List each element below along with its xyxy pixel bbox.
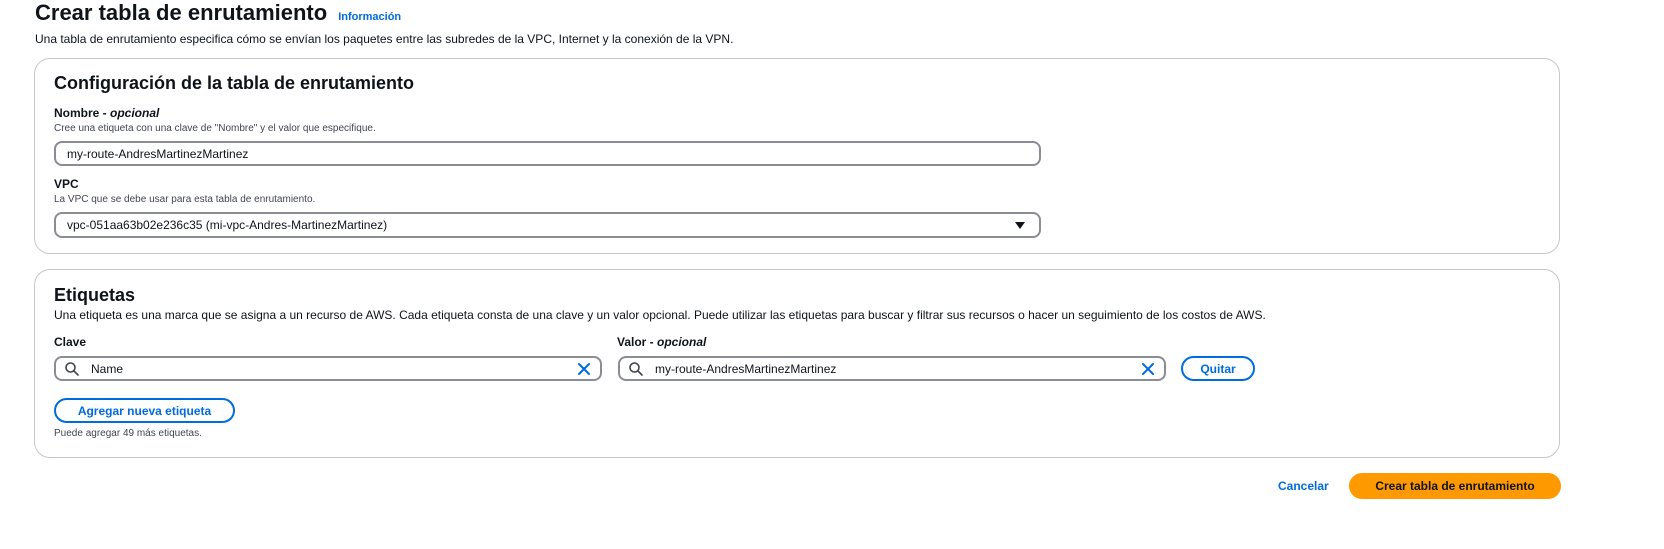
- value-optional-text: opcional: [657, 335, 707, 349]
- name-field-label: Nombre - opcional: [54, 106, 159, 120]
- route-table-config-panel: Configuración de la tabla de enrutamient…: [34, 58, 1560, 254]
- remove-tag-button[interactable]: Quitar: [1181, 356, 1255, 381]
- tags-panel-title: Etiquetas: [54, 285, 136, 305]
- clear-icon[interactable]: [1140, 361, 1156, 377]
- vpc-field-label: VPC: [54, 177, 79, 191]
- tag-value-input[interactable]: my-route-AndresMartinezMartinez: [618, 356, 1166, 381]
- add-tag-button[interactable]: Agregar nueva etiqueta: [54, 398, 235, 423]
- tag-key-value: Name: [91, 361, 124, 376]
- tag-key-label: Clave: [54, 335, 87, 349]
- tags-description: Una etiqueta es una marca que se asigna …: [54, 308, 1266, 322]
- value-label-text: Valor -: [617, 335, 658, 349]
- page-title: Crear tabla de enrutamiento: [35, 0, 328, 25]
- page-header: Crear tabla de enrutamiento Información …: [35, 0, 733, 46]
- title-row: Crear tabla de enrutamiento Información: [35, 0, 733, 26]
- page-description: Una tabla de enrutamiento especifica cóm…: [35, 32, 734, 46]
- config-panel-title: Configuración de la tabla de enrutamient…: [54, 73, 415, 93]
- tag-value-label: Valor - opcional: [617, 335, 706, 349]
- vpc-field-hint: La VPC que se debe usar para esta tabla …: [54, 194, 316, 205]
- clear-icon[interactable]: [576, 361, 592, 377]
- tag-value-value: my-route-AndresMartinezMartinez: [655, 361, 837, 376]
- tag-key-input[interactable]: Name: [54, 356, 602, 381]
- create-route-table-button[interactable]: Crear tabla de enrutamiento: [1349, 473, 1561, 499]
- name-label-text: Nombre -: [54, 106, 111, 120]
- search-icon: [629, 361, 643, 376]
- info-link[interactable]: Información: [338, 11, 401, 23]
- name-field-hint: Cree una etiqueta con una clave de "Nomb…: [54, 123, 376, 134]
- cancel-button[interactable]: Cancelar: [1278, 479, 1329, 493]
- page: Crear tabla de enrutamiento Información …: [0, 0, 1664, 549]
- search-icon: [65, 361, 79, 376]
- caret-down-icon: [1015, 221, 1025, 229]
- name-input[interactable]: [54, 141, 1041, 166]
- vpc-select[interactable]: vpc-051aa63b02e236c35 (mi-vpc-Andres-Mar…: [54, 212, 1041, 238]
- name-optional-text: opcional: [110, 106, 160, 120]
- tags-panel: Etiquetas Una etiqueta es una marca que …: [34, 269, 1560, 458]
- vpc-select-value: vpc-051aa63b02e236c35 (mi-vpc-Andres-Mar…: [67, 218, 388, 232]
- tag-limit-note: Puede agregar 49 más etiquetas.: [54, 428, 202, 439]
